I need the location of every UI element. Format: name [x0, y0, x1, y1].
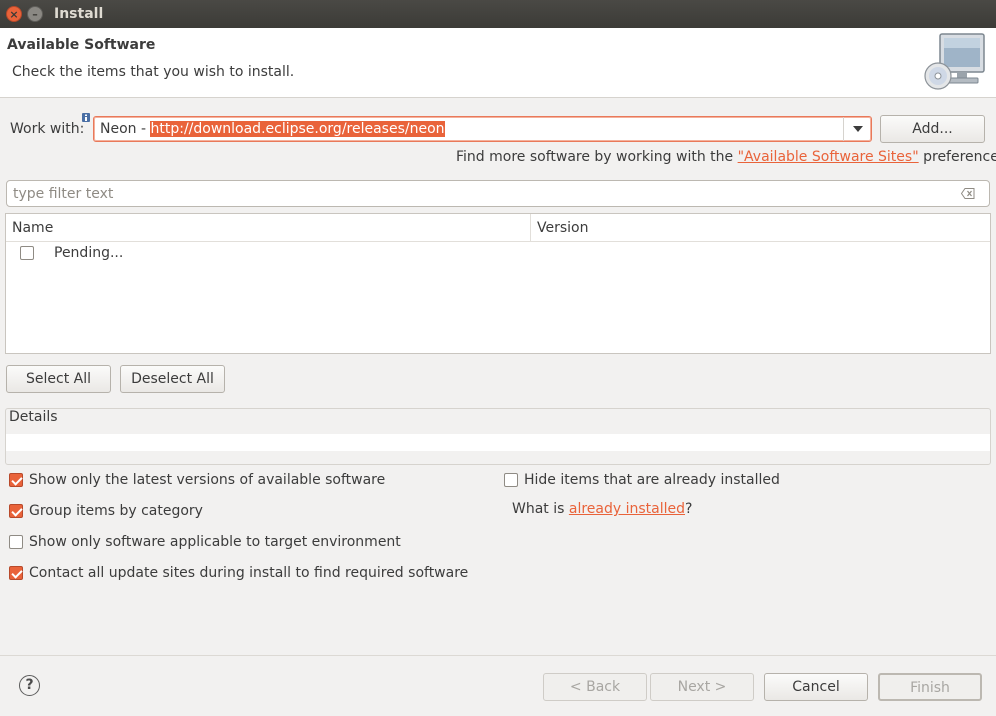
- help-icon[interactable]: ?: [19, 675, 40, 696]
- row-name: Pending...: [54, 245, 124, 261]
- add-site-button[interactable]: Add...: [880, 115, 985, 143]
- back-button[interactable]: < Back: [543, 673, 647, 701]
- show-latest-checkbox[interactable]: [9, 473, 23, 487]
- more-software-suffix: preferences.: [923, 149, 996, 165]
- page-description: Check the items that you wish to install…: [12, 64, 295, 80]
- work-with-combo[interactable]: Neon - http://download.eclipse.org/relea…: [93, 116, 872, 142]
- site-url: http://download.eclipse.org/releases/neo…: [150, 121, 445, 137]
- available-software-sites-link[interactable]: "Available Software Sites": [738, 149, 919, 165]
- chevron-down-icon: [853, 126, 863, 132]
- more-software-text: Find more software by working with the "…: [456, 149, 996, 165]
- already-installed-link[interactable]: already installed: [569, 501, 685, 517]
- close-window-button[interactable]: ×: [6, 6, 22, 22]
- contact-sites-checkbox[interactable]: [9, 566, 23, 580]
- hide-installed-checkbox[interactable]: [504, 473, 518, 487]
- wizard-banner: Available Software Check the items that …: [0, 28, 996, 98]
- select-all-button[interactable]: Select All: [6, 365, 111, 393]
- group-by-category-checkbox[interactable]: [9, 504, 23, 518]
- table-row[interactable]: Pending...: [6, 244, 990, 266]
- row-checkbox[interactable]: [20, 246, 34, 260]
- window-title: Install: [54, 6, 104, 22]
- more-software-prefix: Find more software by working with the: [456, 149, 738, 165]
- show-applicable-label[interactable]: Show only software applicable to target …: [29, 534, 401, 550]
- hide-installed-label[interactable]: Hide items that are already installed: [524, 472, 780, 488]
- window-titlebar: × – Install: [0, 0, 996, 28]
- work-with-dropdown-button[interactable]: [843, 117, 871, 141]
- filter-input[interactable]: [13, 184, 943, 204]
- next-button[interactable]: Next >: [650, 673, 754, 701]
- info-icon: [82, 113, 90, 122]
- show-applicable-checkbox[interactable]: [9, 535, 23, 549]
- site-name: Neon -: [100, 121, 151, 137]
- column-header-name[interactable]: Name: [6, 214, 531, 242]
- what-is-suffix: ?: [685, 501, 693, 517]
- finish-button[interactable]: Finish: [878, 673, 982, 701]
- what-is-prefix: What is: [512, 501, 569, 517]
- cancel-button[interactable]: Cancel: [764, 673, 868, 701]
- minimize-window-button[interactable]: –: [27, 6, 43, 22]
- page-title: Available Software: [7, 37, 156, 53]
- footer-separator: [0, 655, 996, 656]
- work-with-label: Work with:: [10, 121, 85, 137]
- install-monitor-icon: [924, 33, 985, 90]
- details-title: Details: [9, 409, 60, 425]
- clear-filter-icon[interactable]: [961, 188, 975, 199]
- contact-sites-label[interactable]: Contact all update sites during install …: [29, 565, 468, 581]
- work-with-value[interactable]: Neon - http://download.eclipse.org/relea…: [100, 121, 445, 137]
- deselect-all-button[interactable]: Deselect All: [120, 365, 225, 393]
- close-icon: ×: [9, 8, 19, 21]
- filter-field[interactable]: [6, 180, 990, 207]
- details-text: [6, 434, 990, 451]
- minimize-icon: –: [32, 8, 38, 21]
- group-by-category-label[interactable]: Group items by category: [29, 503, 203, 519]
- what-is-installed-text: What is already installed?: [512, 501, 692, 517]
- column-header-version[interactable]: Version: [531, 214, 990, 242]
- show-latest-label[interactable]: Show only the latest versions of availab…: [29, 472, 385, 488]
- software-table: Name Version Pending...: [5, 213, 991, 354]
